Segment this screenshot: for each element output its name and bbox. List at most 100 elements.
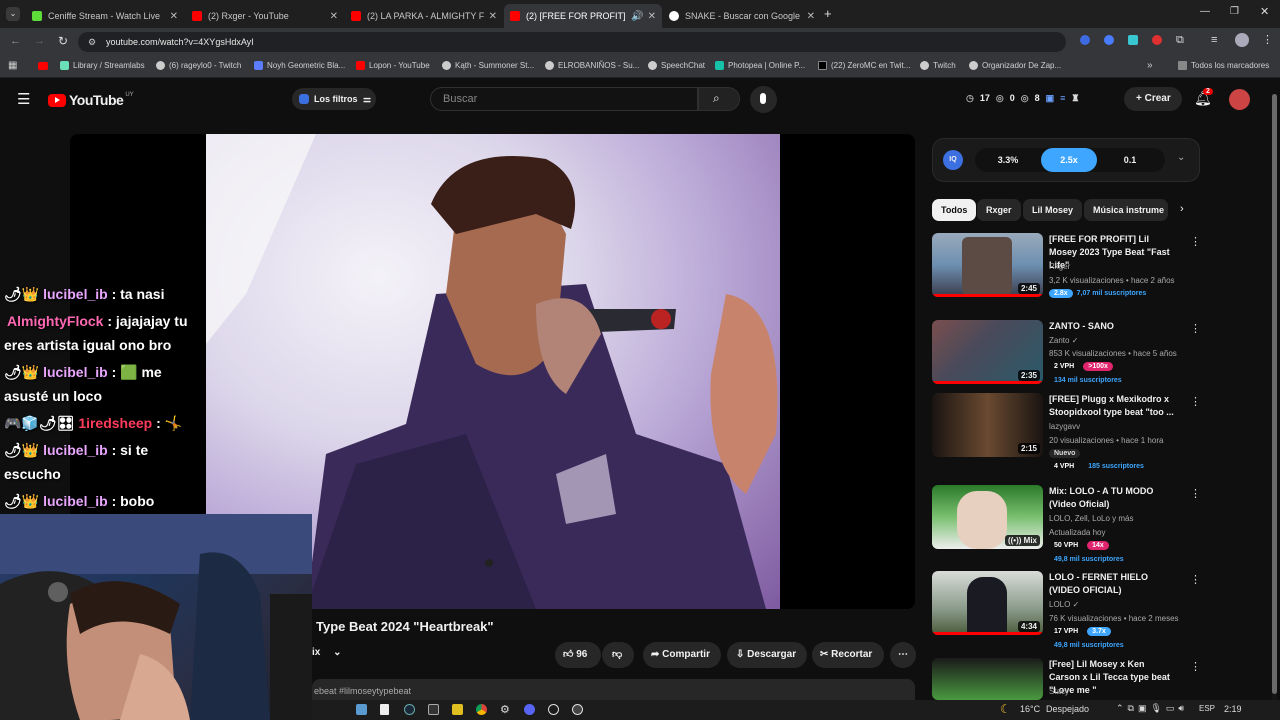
- list-item[interactable]: 2:35 ZANTO - SANO Zanto ✓ 853 K visualiz…: [932, 320, 1201, 400]
- share-button[interactable]: ➦ Compartir: [643, 642, 721, 668]
- all-bookmarks[interactable]: Todos los marcadores: [1178, 61, 1269, 70]
- page-scrollbar[interactable]: [1272, 94, 1277, 700]
- taskbar-app-icon[interactable]: [428, 704, 439, 715]
- more-vert-icon[interactable]: ⋮: [1190, 573, 1201, 586]
- speaker-icon[interactable]: 🔊: [631, 11, 643, 22]
- tab-list-icon[interactable]: ⌄: [6, 7, 20, 21]
- clip-button[interactable]: ✂ Recortar: [812, 642, 884, 668]
- like-button[interactable]: 👍︎ 96: [555, 642, 601, 668]
- tray-icons[interactable]: ⌃⧉▣🎙︎▭🔊︎: [1116, 703, 1188, 714]
- hamburger-menu-icon[interactable]: ☰: [17, 90, 30, 108]
- media-player-icon[interactable]: [572, 704, 583, 715]
- tab-3[interactable]: (2) LA PARKA - ALMIGHTY FLO ✕: [345, 4, 503, 28]
- list-item[interactable]: 2:45 [FREE FOR PROFIT] Lil Mosey 2023 Ty…: [932, 233, 1201, 313]
- youtube-bookmark-icon[interactable]: [38, 62, 48, 70]
- chip-todos[interactable]: Todos: [932, 199, 977, 221]
- taskbar-app-icon[interactable]: [404, 704, 415, 715]
- reload-icon[interactable]: ↻: [58, 34, 68, 48]
- video-thumbnail[interactable]: ((•)) Mix: [932, 485, 1043, 549]
- close-icon[interactable]: ✕: [330, 11, 338, 22]
- chevron-down-icon[interactable]: ⌄: [1177, 152, 1185, 163]
- video-thumbnail[interactable]: 2:35: [932, 320, 1043, 384]
- tab-1[interactable]: Ceniffe Stream - Watch Live ✕: [26, 4, 184, 28]
- more-vert-icon[interactable]: ⋮: [1190, 322, 1201, 335]
- weather-moon-icon[interactable]: ☾: [1000, 702, 1011, 716]
- restore-icon[interactable]: ❐: [1230, 6, 1239, 17]
- back-icon[interactable]: ←: [10, 35, 21, 47]
- taskbar-app-icon[interactable]: [356, 704, 367, 715]
- ext-icon[interactable]: ▣: [1046, 93, 1055, 104]
- profile-avatar-icon[interactable]: [1235, 33, 1249, 47]
- more-vert-icon[interactable]: ⋮: [1190, 487, 1201, 500]
- menu-icon[interactable]: ⋮: [1262, 33, 1273, 46]
- discord-icon[interactable]: [524, 704, 535, 715]
- list-item[interactable]: [Free] Lil Mosey x Ken Carson x Lil Tecc…: [932, 658, 1201, 702]
- bookmark-item[interactable]: SpeechChat: [648, 61, 705, 70]
- bookmark-item[interactable]: (22) ZeroMC en Twit...: [818, 61, 910, 70]
- dislike-button[interactable]: 👎︎: [602, 642, 634, 668]
- mix-label[interactable]: ix ⌄: [312, 647, 342, 658]
- rec-channel[interactable]: LOLO, Zell, LoLo y más: [1049, 514, 1133, 523]
- close-icon[interactable]: ✕: [648, 11, 656, 22]
- close-icon[interactable]: ✕: [807, 11, 815, 22]
- bookmark-item[interactable]: Library / Streamlabs: [60, 61, 145, 70]
- rec-title[interactable]: Mix: LOLO - A TU MODO (Video Oficial): [1049, 485, 1177, 511]
- sidepanel-icon[interactable]: ≡: [1211, 34, 1217, 46]
- youtube-logo[interactable]: YouTube UY: [48, 92, 134, 108]
- bookmark-item[interactable]: Photopea | Online P...: [715, 61, 805, 70]
- close-window-icon[interactable]: ✕: [1260, 5, 1269, 18]
- rec-channel[interactable]: Zanto ✓: [1049, 336, 1078, 345]
- bookmark-item[interactable]: Kąth - Summoner St...: [442, 61, 534, 70]
- tab-5[interactable]: SNAKE - Buscar con Google ✕: [663, 4, 821, 28]
- close-icon[interactable]: ✕: [489, 11, 497, 22]
- obs-icon[interactable]: [548, 704, 559, 715]
- video-thumbnail[interactable]: 2:15: [932, 393, 1043, 457]
- rec-channel[interactable]: Rxger: [1049, 262, 1070, 271]
- settings-icon[interactable]: ⚙: [500, 703, 510, 716]
- video-thumbnail[interactable]: [932, 658, 1043, 700]
- video-thumbnail[interactable]: 4:34: [932, 571, 1043, 635]
- taskbar-app-icon[interactable]: [452, 704, 463, 715]
- clock[interactable]: 2:19: [1224, 704, 1242, 714]
- tab-4[interactable]: (2) [FREE FOR PROFIT] Lil M 🔊 ✕: [504, 4, 662, 28]
- search-input[interactable]: Buscar: [430, 87, 698, 111]
- rec-title[interactable]: ZANTO - SANO: [1049, 320, 1177, 333]
- bookmark-item[interactable]: (6) rageylo0 - Twitch: [156, 61, 241, 70]
- video-thumbnail[interactable]: 2:45: [932, 233, 1043, 297]
- more-actions-button[interactable]: ⋯: [890, 642, 916, 668]
- account-avatar[interactable]: [1229, 89, 1250, 110]
- more-vert-icon[interactable]: ⋮: [1190, 395, 1201, 408]
- language-indicator[interactable]: ESP: [1199, 704, 1215, 713]
- puzzle-icon[interactable]: ⧉: [1176, 34, 1184, 47]
- more-bookmarks-icon[interactable]: »: [1147, 60, 1153, 71]
- award-icon[interactable]: ♜: [1071, 93, 1079, 104]
- filters-button[interactable]: Los filtros ⚌: [292, 88, 376, 110]
- bookmark-item[interactable]: Lopon - YouTube: [356, 61, 430, 70]
- create-button[interactable]: + Crear: [1124, 87, 1182, 111]
- rec-channel[interactable]: LOLO ✓: [1049, 600, 1079, 609]
- chevron-right-icon[interactable]: ›: [1180, 203, 1184, 215]
- voice-search-button[interactable]: [750, 86, 777, 113]
- rec-channel[interactable]: Stacy: [1049, 687, 1069, 696]
- more-vert-icon[interactable]: ⋮: [1190, 660, 1201, 673]
- chip-rxger[interactable]: Rxger: [977, 199, 1021, 221]
- chip-lil-mosey[interactable]: Lil Mosey: [1023, 199, 1083, 221]
- list-item[interactable]: ((•)) Mix Mix: LOLO - A TU MODO (Video O…: [932, 485, 1201, 565]
- rec-title[interactable]: [FREE] Plugg x Mexikodro x Stoopidxool t…: [1049, 393, 1177, 419]
- extension-icon[interactable]: [1104, 35, 1114, 45]
- close-icon[interactable]: ✕: [170, 11, 178, 22]
- site-info-icon[interactable]: ⚙: [88, 32, 96, 52]
- bookmark-item[interactable]: Organizador De Zap...: [969, 61, 1061, 70]
- chrome-icon[interactable]: [476, 704, 487, 715]
- rec-channel[interactable]: lazygavv: [1049, 422, 1080, 431]
- apps-icon[interactable]: ▦: [8, 60, 17, 71]
- minimize-icon[interactable]: —: [1200, 6, 1210, 17]
- tab-2[interactable]: (2) Rxger - YouTube ✕: [186, 4, 344, 28]
- bookmark-item[interactable]: Noyh Geometric Bla...: [254, 61, 345, 70]
- extension-icon[interactable]: [1128, 35, 1138, 45]
- extension-icon[interactable]: [1152, 35, 1162, 45]
- forward-icon[interactable]: →: [34, 35, 45, 47]
- list-item[interactable]: 4:34 LOLO - FERNET HIELO (VIDEO OFICIAL)…: [932, 571, 1201, 651]
- download-button[interactable]: ⇩ Descargar: [727, 642, 807, 668]
- new-tab-icon[interactable]: +: [824, 6, 832, 21]
